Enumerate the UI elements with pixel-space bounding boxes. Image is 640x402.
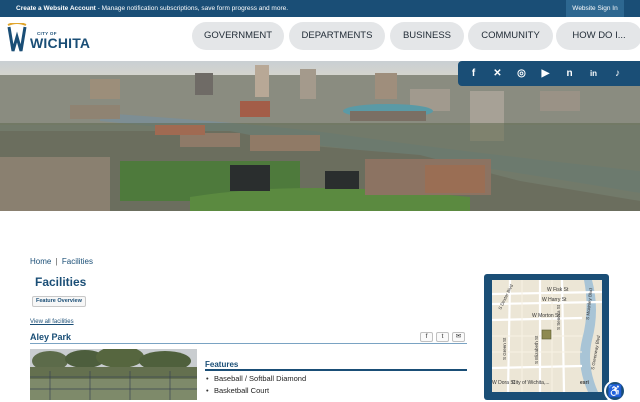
breadcrumb-separator: | bbox=[55, 257, 58, 266]
nextdoor-icon[interactable]: n bbox=[562, 66, 577, 81]
park-name[interactable]: Aley Park bbox=[30, 332, 71, 342]
facebook-share-icon[interactable]: f bbox=[420, 332, 433, 342]
map-label: S Elizabeth St bbox=[534, 335, 539, 364]
map-label: W Fisk St bbox=[547, 287, 569, 293]
city-logo[interactable]: CITY OF WICHITA bbox=[7, 23, 91, 57]
breadcrumb-home[interactable]: Home bbox=[30, 257, 51, 266]
park-photo-illustration bbox=[30, 349, 197, 400]
linkedin-icon[interactable]: in bbox=[586, 66, 601, 81]
nav-departments[interactable]: DEPARTMENTS bbox=[289, 22, 385, 50]
twitter-share-icon[interactable]: t bbox=[436, 332, 449, 342]
tiktok-icon[interactable]: ♪ bbox=[610, 66, 625, 81]
nav-business[interactable]: BUSINESS bbox=[390, 22, 464, 50]
nav-community[interactable]: COMMUNITY bbox=[468, 22, 553, 50]
youtube-icon[interactable]: ▶ bbox=[538, 66, 553, 81]
feature-overview-button[interactable]: Feature Overview bbox=[32, 296, 86, 307]
section-divider bbox=[30, 343, 467, 344]
logo-wichita-text: WICHITA bbox=[30, 35, 91, 51]
feature-item: Baseball / Softball Diamond bbox=[206, 374, 306, 383]
map-label: S Green St bbox=[502, 337, 507, 360]
esri-logo: esri bbox=[580, 380, 590, 386]
sign-in-button[interactable]: Website Sign In bbox=[566, 0, 624, 17]
social-media-bar: f ✕ ◎ ▶ n in ♪ bbox=[458, 61, 640, 86]
breadcrumb: Home | Facilities bbox=[30, 257, 93, 266]
street-map: W Fisk St W Harry St W Morton St W Dora … bbox=[492, 280, 602, 392]
park-photo bbox=[30, 349, 197, 400]
view-all-facilities-link[interactable]: View all facilities bbox=[30, 319, 74, 325]
top-utility-bar: Create a Website Account - Manage notifi… bbox=[0, 0, 640, 17]
page-title: Facilities bbox=[35, 275, 87, 289]
create-account-link[interactable]: Create a Website Account bbox=[16, 5, 96, 12]
feature-item: Basketball Court bbox=[206, 386, 269, 395]
site-header: CITY OF WICHITA GOVERNMENT DEPARTMENTS B… bbox=[0, 17, 640, 60]
account-message: Create a Website Account - Manage notifi… bbox=[16, 5, 288, 12]
email-share-icon[interactable]: ✉ bbox=[452, 332, 465, 342]
facebook-icon[interactable]: f bbox=[466, 66, 481, 81]
map-label: W Harry St bbox=[542, 297, 567, 303]
x-icon[interactable]: ✕ bbox=[490, 66, 505, 81]
location-map[interactable]: W Fisk St W Harry St W Morton St W Dora … bbox=[492, 280, 602, 392]
nav-government[interactable]: GOVERNMENT bbox=[192, 22, 284, 50]
logo-mark-icon bbox=[7, 23, 27, 52]
account-message-text: - Manage notification subscriptions, sav… bbox=[95, 5, 289, 12]
features-underline bbox=[205, 369, 467, 371]
map-attribution: City of Wichita,... bbox=[512, 380, 550, 386]
map-widget: W Fisk St W Harry St W Morton St W Dora … bbox=[484, 274, 609, 400]
breadcrumb-facilities[interactable]: Facilities bbox=[62, 257, 93, 266]
nav-how-do-i[interactable]: HOW DO I... bbox=[556, 22, 640, 50]
map-label: S Seneca St bbox=[556, 304, 561, 330]
instagram-icon[interactable]: ◎ bbox=[514, 66, 529, 81]
accessibility-icon[interactable]: ♿ bbox=[604, 380, 626, 402]
features-heading: Features bbox=[205, 360, 239, 369]
